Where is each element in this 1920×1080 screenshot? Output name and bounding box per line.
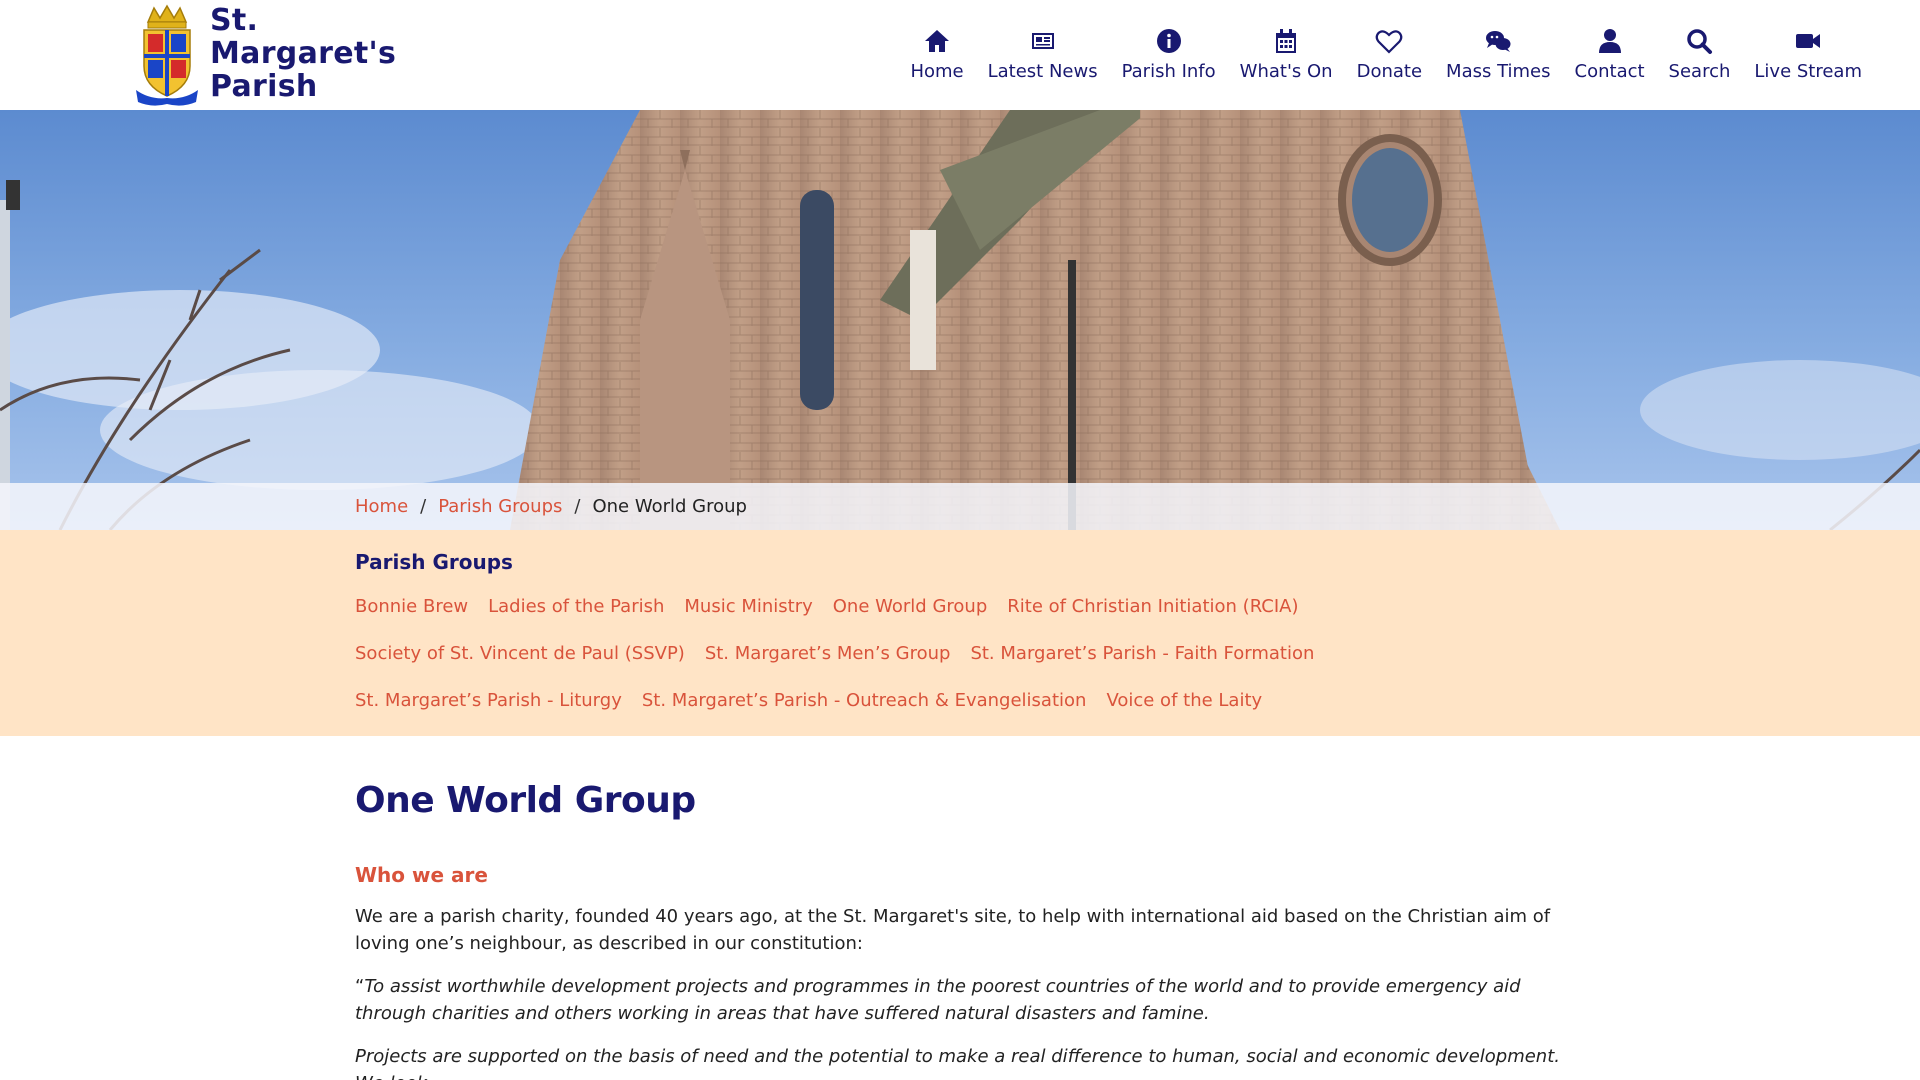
search-icon: [1684, 26, 1714, 56]
nav-whats-on[interactable]: What's On: [1240, 26, 1333, 82]
constitution-quote: “To assist worthwhile development projec…: [355, 973, 1565, 1027]
nav-label: Donate: [1356, 61, 1423, 82]
breadcrumb-current: One World Group: [592, 496, 747, 517]
nav-live-stream[interactable]: Live Stream: [1754, 26, 1862, 82]
user-icon: [1595, 26, 1625, 56]
nav-parish-info[interactable]: Parish Info: [1122, 26, 1216, 82]
logo-line-2: Margaret's: [210, 36, 397, 71]
nav-latest-news[interactable]: Latest News: [988, 26, 1098, 82]
breadcrumb: Home / Parish Groups / One World Group: [355, 496, 747, 517]
nav-label: Home: [910, 61, 964, 82]
main-content: One World Group Who we are We are a pari…: [355, 780, 1565, 1080]
quote-text: To assist worthwhile development project…: [355, 976, 1521, 1024]
parish-groups-panel: Parish Groups Bonnie Brew Ladies of the …: [0, 530, 1920, 736]
home-icon: [922, 26, 952, 56]
nav-search[interactable]: Search: [1668, 26, 1731, 82]
quote-mark: “: [355, 976, 365, 997]
group-link-ssvp[interactable]: Society of St. Vincent de Paul (SSVP): [355, 639, 685, 686]
intro-paragraph: We are a parish charity, founded 40 year…: [355, 906, 1551, 954]
nav-label: Latest News: [987, 61, 1098, 82]
hero-image: [0, 110, 1920, 530]
nav-label: Parish Info: [1121, 61, 1216, 82]
church-illustration: [0, 110, 1920, 530]
heart-icon: [1374, 26, 1404, 56]
group-link-voice-of-the-laity[interactable]: Voice of the Laity: [1106, 686, 1262, 733]
page-title: One World Group: [355, 780, 696, 821]
nav-label: Search: [1668, 61, 1731, 82]
breadcrumb-separator: /: [420, 496, 427, 517]
main-nav: Home Latest News Parish Info What's On D…: [886, 26, 1862, 82]
info-icon: [1154, 26, 1184, 56]
calendar-icon: [1271, 26, 1301, 56]
group-link-outreach-evangelisation[interactable]: St. Margaret’s Parish - Outreach & Evang…: [642, 686, 1087, 733]
breadcrumb-parish-groups[interactable]: Parish Groups: [438, 496, 562, 517]
breadcrumb-home[interactable]: Home: [355, 496, 408, 517]
group-link-ladies-of-the-parish[interactable]: Ladies of the Parish: [488, 592, 664, 639]
nav-contact[interactable]: Contact: [1575, 26, 1645, 82]
nav-label: Contact: [1574, 61, 1645, 82]
group-link-one-world-group[interactable]: One World Group: [833, 592, 987, 639]
crest-icon: [136, 4, 198, 106]
breadcrumb-bar: Home / Parish Groups / One World Group: [0, 483, 1920, 530]
site-name: St. Margaret's Parish: [210, 4, 396, 103]
group-link-rcia[interactable]: Rite of Christian Initiation (RCIA): [1007, 592, 1298, 639]
group-link-liturgy[interactable]: St. Margaret’s Parish - Liturgy: [355, 686, 622, 733]
chat-icon: [1483, 26, 1513, 56]
breadcrumb-separator: /: [574, 496, 581, 517]
parish-groups-title: Parish Groups: [355, 550, 513, 574]
constitution-quote-continued: Projects are supported on the basis of n…: [355, 1046, 1560, 1080]
group-link-mens-group[interactable]: St. Margaret’s Men’s Group: [705, 639, 951, 686]
nav-donate[interactable]: Donate: [1357, 26, 1422, 82]
section-heading-who-we-are: Who we are: [355, 863, 488, 887]
newspaper-icon: [1028, 26, 1058, 56]
video-icon: [1793, 26, 1823, 56]
logo-line-3: Parish: [210, 69, 318, 104]
group-link-music-ministry[interactable]: Music Ministry: [684, 592, 812, 639]
site-header: St. Margaret's Parish Home Latest News P…: [0, 0, 1920, 110]
nav-label: What's On: [1239, 61, 1333, 82]
parish-groups-list: Bonnie Brew Ladies of the Parish Music M…: [355, 592, 1595, 733]
site-logo[interactable]: St. Margaret's Parish: [134, 4, 396, 106]
logo-line-1: St.: [210, 3, 259, 38]
group-link-bonnie-brew[interactable]: Bonnie Brew: [355, 592, 468, 639]
nav-label: Mass Times: [1446, 61, 1551, 82]
nav-mass-times[interactable]: Mass Times: [1446, 26, 1551, 82]
nav-home[interactable]: Home: [910, 26, 964, 82]
nav-label: Live Stream: [1754, 61, 1862, 82]
group-link-faith-formation[interactable]: St. Margaret’s Parish - Faith Formation: [970, 639, 1314, 686]
